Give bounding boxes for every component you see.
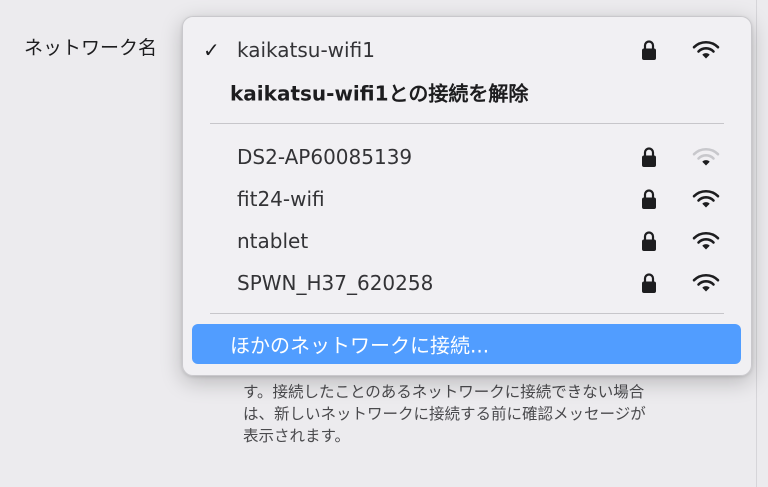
description-line: 表示されます。 <box>243 427 350 445</box>
window-divider <box>756 0 757 487</box>
network-name: ntablet <box>237 229 309 253</box>
lock-icon <box>642 189 656 209</box>
network-name: DS2-AP60085139 <box>237 145 413 169</box>
menu-item-current-network[interactable]: ✓ kaikatsu-wifi1 <box>183 30 751 70</box>
wifi-icon <box>692 189 720 208</box>
settings-description: す。接続したことのあるネットワークに接続できない場合 は、新しいネットワークに接… <box>243 381 723 447</box>
menu-item-network[interactable]: DS2-AP60085139 <box>183 137 751 177</box>
menu-item-network[interactable]: SPWN_H37_620258 <box>183 263 751 303</box>
lock-icon <box>642 40 656 60</box>
network-name: SPWN_H37_620258 <box>237 271 434 295</box>
menu-item-network[interactable]: ntablet <box>183 221 751 261</box>
description-line: す。接続したことのあるネットワークに接続できない場合 <box>243 383 645 401</box>
menu-item-network[interactable]: fit24-wifi <box>183 179 751 219</box>
network-name-label: ネットワーク名 <box>24 37 158 59</box>
network-name: kaikatsu-wifi1 <box>237 38 375 62</box>
lock-icon <box>642 273 656 293</box>
wifi-icon <box>692 273 720 292</box>
menu-item-other-network[interactable]: ほかのネットワークに接続... <box>192 324 741 364</box>
network-name: fit24-wifi <box>237 187 325 211</box>
checkmark-icon: ✓ <box>203 38 220 62</box>
wifi-icon <box>692 147 720 166</box>
network-settings-page: ネットワーク名 す。接続したことのあるネットワークに接続できない場合 は、新しい… <box>0 0 768 487</box>
lock-icon <box>642 231 656 251</box>
network-dropdown-menu: ✓ kaikatsu-wifi1 kaikatsu-wifi1との接続を解除 D… <box>182 16 752 376</box>
menu-separator <box>210 313 724 314</box>
menu-item-disconnect[interactable]: kaikatsu-wifi1との接続を解除 <box>183 72 751 112</box>
menu-separator <box>210 123 724 124</box>
other-network-label: ほかのネットワークに接続... <box>230 333 490 358</box>
wifi-icon <box>692 231 720 250</box>
lock-icon <box>642 147 656 167</box>
description-line: は、新しいネットワークに接続する前に確認メッセージが <box>243 405 646 423</box>
disconnect-label: kaikatsu-wifi1との接続を解除 <box>230 81 529 106</box>
wifi-icon <box>692 40 720 59</box>
